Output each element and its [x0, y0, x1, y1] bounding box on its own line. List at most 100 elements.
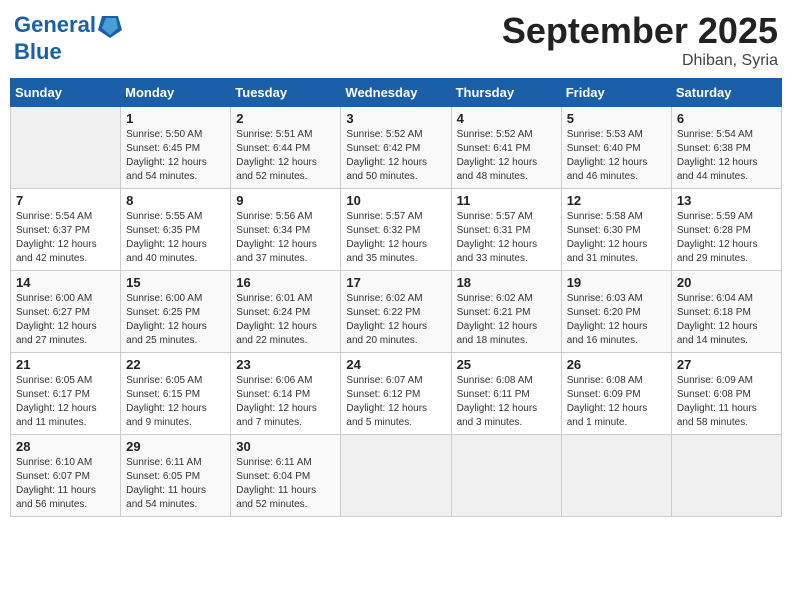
calendar-cell: 28Sunrise: 6:10 AM Sunset: 6:07 PM Dayli…	[11, 435, 121, 517]
header-friday: Friday	[561, 79, 671, 107]
cell-info: Sunrise: 6:02 AM Sunset: 6:22 PM Dayligh…	[346, 292, 445, 348]
day-number: 13	[677, 193, 776, 208]
day-number: 1	[126, 111, 225, 126]
day-number: 8	[126, 193, 225, 208]
calendar-cell: 29 Sunrise: 6:11 AM Sunset: 6:05 PM Dayli…	[121, 435, 231, 517]
calendar-cell: 16 Sunrise: 6:01 AM Sunset: 6:24 PM Dayli…	[231, 271, 341, 353]
day-number: 3	[346, 111, 445, 126]
calendar-cell: 4Sunrise: 5:52 AM Sunset: 6:41 PM Daylig…	[451, 107, 561, 189]
cell-info: Sunrise: 6:05 AM Sunset: 6:15 PM Dayligh…	[126, 374, 225, 430]
logo-icon	[98, 10, 122, 40]
calendar-cell: 30Sunrise: 6:11 AM Sunset: 6:04 PM Dayli…	[231, 435, 341, 517]
month-title: September 2025	[502, 10, 778, 52]
header-wednesday: Wednesday	[341, 79, 451, 107]
day-number: 19	[567, 275, 666, 290]
cell-info: Sunrise: 5:57 AM Sunset: 6:32 PM Dayligh…	[346, 210, 445, 266]
day-number: 4	[457, 111, 556, 126]
location-subtitle: Dhiban, Syria	[502, 52, 778, 70]
calendar-cell	[11, 107, 121, 189]
cell-info: Sunrise: 5:53 AM Sunset: 6:40 PM Dayligh…	[567, 128, 666, 184]
calendar-cell: 21Sunrise: 6:05 AM Sunset: 6:17 PM Dayli…	[11, 353, 121, 435]
header-thursday: Thursday	[451, 79, 561, 107]
calendar-cell: 11 Sunrise: 5:57 AM Sunset: 6:31 PM Dayli…	[451, 189, 561, 271]
week-row-3: 14 Sunrise: 6:00 AM Sunset: 6:27 PM Dayli…	[11, 271, 782, 353]
page-header: General Blue September 2025 Dhiban, Syri…	[10, 10, 782, 70]
calendar-cell: 25 Sunrise: 6:08 AM Sunset: 6:11 PM Dayli…	[451, 353, 561, 435]
cell-info: Sunrise: 5:57 AM Sunset: 6:31 PM Dayligh…	[457, 210, 556, 266]
calendar-cell: 13 Sunrise: 5:59 AM Sunset: 6:28 PM Dayli…	[671, 189, 781, 271]
cell-info: Sunrise: 5:56 AM Sunset: 6:34 PM Dayligh…	[236, 210, 335, 266]
cell-info: Sunrise: 6:11 AM Sunset: 6:05 PM Dayligh…	[126, 456, 225, 512]
calendar-table: SundayMondayTuesdayWednesdayThursdayFrid…	[10, 78, 782, 517]
day-number: 7	[16, 193, 115, 208]
day-number: 15	[126, 275, 225, 290]
calendar-cell: 23 Sunrise: 6:06 AM Sunset: 6:14 PM Dayli…	[231, 353, 341, 435]
calendar-cell: 14 Sunrise: 6:00 AM Sunset: 6:27 PM Dayli…	[11, 271, 121, 353]
cell-info: Sunrise: 6:00 AM Sunset: 6:25 PM Dayligh…	[126, 292, 225, 348]
week-row-1: 1 Sunrise: 5:50 AM Sunset: 6:45 PM Daylig…	[11, 107, 782, 189]
calendar-cell: 2 Sunrise: 5:51 AM Sunset: 6:44 PM Daylig…	[231, 107, 341, 189]
day-number: 21	[16, 357, 115, 372]
calendar-cell: 22 Sunrise: 6:05 AM Sunset: 6:15 PM Dayli…	[121, 353, 231, 435]
header-tuesday: Tuesday	[231, 79, 341, 107]
cell-info: Sunrise: 6:06 AM Sunset: 6:14 PM Dayligh…	[236, 374, 335, 430]
day-number: 23	[236, 357, 335, 372]
cell-info: Sunrise: 6:03 AM Sunset: 6:20 PM Dayligh…	[567, 292, 666, 348]
day-number: 20	[677, 275, 776, 290]
calendar-header-row: SundayMondayTuesdayWednesdayThursdayFrid…	[11, 79, 782, 107]
day-number: 22	[126, 357, 225, 372]
day-number: 24	[346, 357, 445, 372]
day-number: 18	[457, 275, 556, 290]
week-row-4: 21Sunrise: 6:05 AM Sunset: 6:17 PM Dayli…	[11, 353, 782, 435]
calendar-cell: 6 Sunrise: 5:54 AM Sunset: 6:38 PM Daylig…	[671, 107, 781, 189]
cell-info: Sunrise: 6:00 AM Sunset: 6:27 PM Dayligh…	[16, 292, 115, 348]
calendar-cell: 15 Sunrise: 6:00 AM Sunset: 6:25 PM Dayli…	[121, 271, 231, 353]
calendar-cell: 24 Sunrise: 6:07 AM Sunset: 6:12 PM Dayli…	[341, 353, 451, 435]
title-area: September 2025 Dhiban, Syria	[502, 10, 778, 70]
calendar-cell	[561, 435, 671, 517]
day-number: 2	[236, 111, 335, 126]
cell-info: Sunrise: 5:54 AM Sunset: 6:38 PM Dayligh…	[677, 128, 776, 184]
calendar-cell: 3 Sunrise: 5:52 AM Sunset: 6:42 PM Daylig…	[341, 107, 451, 189]
calendar-cell: 19 Sunrise: 6:03 AM Sunset: 6:20 PM Dayli…	[561, 271, 671, 353]
cell-info: Sunrise: 5:58 AM Sunset: 6:30 PM Dayligh…	[567, 210, 666, 266]
cell-info: Sunrise: 6:04 AM Sunset: 6:18 PM Dayligh…	[677, 292, 776, 348]
cell-info: Sunrise: 5:51 AM Sunset: 6:44 PM Dayligh…	[236, 128, 335, 184]
day-number: 10	[346, 193, 445, 208]
day-number: 29	[126, 439, 225, 454]
day-number: 27	[677, 357, 776, 372]
day-number: 16	[236, 275, 335, 290]
cell-info: Sunrise: 6:11 AM Sunset: 6:04 PM Dayligh…	[236, 456, 335, 512]
calendar-cell: 26 Sunrise: 6:08 AM Sunset: 6:09 PM Dayli…	[561, 353, 671, 435]
cell-info: Sunrise: 6:07 AM Sunset: 6:12 PM Dayligh…	[346, 374, 445, 430]
calendar-cell	[451, 435, 561, 517]
calendar-cell: 7 Sunrise: 5:54 AM Sunset: 6:37 PM Daylig…	[11, 189, 121, 271]
calendar-cell: 9Sunrise: 5:56 AM Sunset: 6:34 PM Daylig…	[231, 189, 341, 271]
day-number: 25	[457, 357, 556, 372]
calendar-cell	[671, 435, 781, 517]
cell-info: Sunrise: 6:10 AM Sunset: 6:07 PM Dayligh…	[16, 456, 115, 512]
logo: General Blue	[14, 10, 122, 64]
cell-info: Sunrise: 5:59 AM Sunset: 6:28 PM Dayligh…	[677, 210, 776, 266]
cell-info: Sunrise: 6:08 AM Sunset: 6:09 PM Dayligh…	[567, 374, 666, 430]
day-number: 12	[567, 193, 666, 208]
header-saturday: Saturday	[671, 79, 781, 107]
day-number: 11	[457, 193, 556, 208]
cell-info: Sunrise: 5:50 AM Sunset: 6:45 PM Dayligh…	[126, 128, 225, 184]
week-row-5: 28Sunrise: 6:10 AM Sunset: 6:07 PM Dayli…	[11, 435, 782, 517]
logo-text: General	[14, 13, 96, 37]
week-row-2: 7 Sunrise: 5:54 AM Sunset: 6:37 PM Daylig…	[11, 189, 782, 271]
cell-info: Sunrise: 6:01 AM Sunset: 6:24 PM Dayligh…	[236, 292, 335, 348]
day-number: 6	[677, 111, 776, 126]
calendar-cell	[341, 435, 451, 517]
calendar-cell: 18Sunrise: 6:02 AM Sunset: 6:21 PM Dayli…	[451, 271, 561, 353]
calendar-cell: 5Sunrise: 5:53 AM Sunset: 6:40 PM Daylig…	[561, 107, 671, 189]
calendar-cell: 27 Sunrise: 6:09 AM Sunset: 6:08 PM Dayli…	[671, 353, 781, 435]
day-number: 14	[16, 275, 115, 290]
cell-info: Sunrise: 6:08 AM Sunset: 6:11 PM Dayligh…	[457, 374, 556, 430]
cell-info: Sunrise: 5:54 AM Sunset: 6:37 PM Dayligh…	[16, 210, 115, 266]
calendar-cell: 12 Sunrise: 5:58 AM Sunset: 6:30 PM Dayli…	[561, 189, 671, 271]
cell-info: Sunrise: 6:09 AM Sunset: 6:08 PM Dayligh…	[677, 374, 776, 430]
day-number: 26	[567, 357, 666, 372]
cell-info: Sunrise: 5:52 AM Sunset: 6:42 PM Dayligh…	[346, 128, 445, 184]
